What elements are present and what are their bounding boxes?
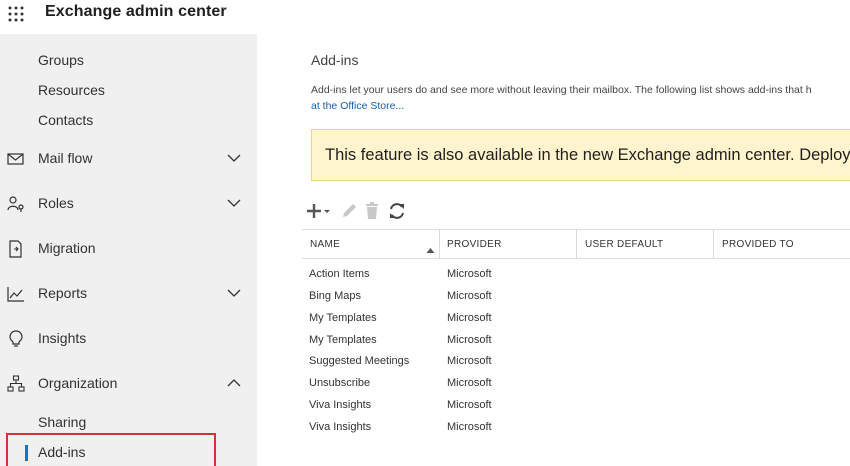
page-description: Add-ins let your users do and see more w… bbox=[311, 84, 812, 96]
table-row[interactable]: Bing Maps Microsoft bbox=[302, 287, 850, 308]
table-row[interactable]: Unsubscribe Microsoft bbox=[302, 374, 850, 395]
cell-provider: Microsoft bbox=[447, 312, 492, 324]
cell-name: Bing Maps bbox=[309, 290, 361, 302]
cell-name: Action Items bbox=[309, 268, 370, 280]
chevron-up-icon[interactable] bbox=[227, 378, 241, 388]
add-button[interactable] bbox=[306, 202, 334, 220]
edit-icon[interactable] bbox=[340, 202, 358, 220]
cell-provider: Microsoft bbox=[447, 377, 492, 389]
cell-name: Viva Insights bbox=[309, 421, 372, 433]
column-divider bbox=[713, 230, 714, 258]
cell-provider: Microsoft bbox=[447, 399, 492, 411]
sidebar-item-label: Roles bbox=[38, 195, 74, 211]
sidebar-item-groups[interactable]: Groups bbox=[38, 52, 84, 68]
sidebar-item-reports[interactable]: Reports bbox=[0, 279, 257, 309]
column-header-user-default[interactable]: USER DEFAULT bbox=[585, 230, 663, 258]
mail-icon bbox=[7, 150, 25, 168]
table-row[interactable]: Viva Insights Microsoft bbox=[302, 396, 850, 417]
page-title: Add-ins bbox=[311, 52, 359, 68]
chevron-down-icon[interactable] bbox=[227, 198, 241, 208]
sidebar-item-label: Insights bbox=[38, 330, 87, 346]
delete-icon[interactable] bbox=[364, 202, 380, 220]
refresh-icon[interactable] bbox=[388, 202, 406, 220]
sidebar-item-contacts[interactable]: Contacts bbox=[38, 112, 93, 128]
migration-icon bbox=[7, 240, 25, 258]
organization-icon bbox=[7, 375, 25, 393]
table-row[interactable]: Viva Insights Microsoft bbox=[302, 418, 850, 439]
column-divider bbox=[576, 230, 577, 258]
app-title: Exchange admin center bbox=[45, 3, 227, 20]
sort-ascending-icon[interactable] bbox=[426, 241, 435, 259]
reports-icon bbox=[7, 285, 25, 303]
table-header: NAME PROVIDER USER DEFAULT PROVIDED TO bbox=[302, 229, 850, 259]
sidebar-item-insights[interactable]: Insights bbox=[0, 324, 257, 354]
table-row[interactable]: Suggested Meetings Microsoft bbox=[302, 352, 850, 373]
info-banner: This feature is also available in the ne… bbox=[311, 129, 850, 181]
cell-name: Viva Insights bbox=[309, 399, 372, 411]
column-header-name[interactable]: NAME bbox=[310, 230, 340, 258]
cell-provider: Microsoft bbox=[447, 290, 492, 302]
banner-text: This feature is also available in the ne… bbox=[325, 146, 850, 164]
roles-icon bbox=[7, 195, 25, 213]
table-row[interactable]: My Templates Microsoft bbox=[302, 331, 850, 352]
cell-provider: Microsoft bbox=[447, 355, 492, 367]
app-launcher-icon[interactable] bbox=[7, 5, 25, 23]
highlight-box bbox=[6, 433, 216, 466]
table-row[interactable]: My Templates Microsoft bbox=[302, 309, 850, 330]
top-bar: Exchange admin center bbox=[0, 0, 850, 34]
cell-provider: Microsoft bbox=[447, 421, 492, 433]
sidebar-item-label: Organization bbox=[38, 375, 118, 391]
sidebar-item-label: Mail flow bbox=[38, 150, 93, 166]
sidebar-item-roles[interactable]: Roles bbox=[0, 189, 257, 219]
cell-name: My Templates bbox=[309, 334, 377, 346]
table-row[interactable]: Action Items Microsoft bbox=[302, 265, 850, 286]
column-header-provider[interactable]: PROVIDER bbox=[447, 230, 502, 258]
sidebar-item-sharing[interactable]: Sharing bbox=[38, 414, 86, 430]
chevron-down-icon[interactable] bbox=[227, 288, 241, 298]
sidebar-item-mail-flow[interactable]: Mail flow bbox=[0, 144, 257, 174]
cell-name: Suggested Meetings bbox=[309, 355, 410, 367]
office-store-link[interactable]: at the Office Store... bbox=[311, 100, 404, 112]
sidebar-item-organization[interactable]: Organization bbox=[0, 369, 257, 399]
cell-provider: Microsoft bbox=[447, 334, 492, 346]
sidebar-item-label: Reports bbox=[38, 285, 88, 301]
sidebar-item-resources[interactable]: Resources bbox=[38, 82, 105, 98]
sidebar-item-migration[interactable]: Migration bbox=[0, 234, 257, 264]
insights-icon bbox=[7, 330, 25, 348]
chevron-down-icon[interactable] bbox=[227, 153, 241, 163]
column-header-provided-to[interactable]: PROVIDED TO bbox=[722, 230, 794, 258]
sidebar-item-label: Migration bbox=[38, 240, 96, 256]
cell-name: Unsubscribe bbox=[309, 377, 371, 389]
cell-provider: Microsoft bbox=[447, 268, 492, 280]
column-divider bbox=[439, 230, 440, 258]
cell-name: My Templates bbox=[309, 312, 377, 324]
